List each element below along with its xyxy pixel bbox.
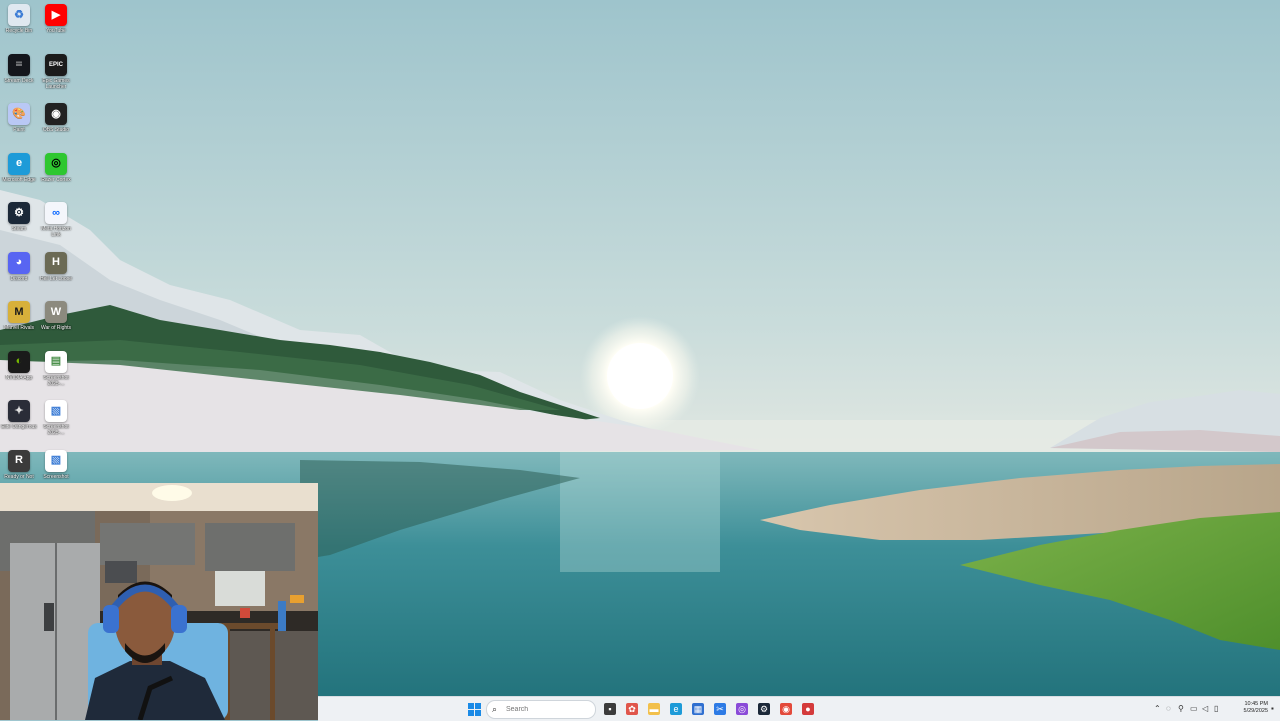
steam-icon: ⚙ [758, 703, 770, 715]
desktop-icon-label: Screenshot 2025-... [43, 374, 69, 387]
snipping-tool-icon: ✂ [714, 703, 726, 715]
microsoft-edge-icon: e [670, 703, 682, 715]
desktop-icon-grid: ♻ Recycle Bin ▶ YouTube ⁞⁞⁞ Stream Deck EPIC Ep… [0, 0, 76, 484]
desktop-icon-label: YouTube [46, 28, 66, 34]
desktop-icon-war-of-rights[interactable]: W War of Rights [37, 297, 75, 345]
start-button[interactable] [465, 700, 483, 718]
desktop-icon-recycle-bin[interactable]: ♻ Recycle Bin [0, 0, 38, 48]
desktop-icon-razer-cortex[interactable]: ◎ Razer Cortex [37, 149, 75, 197]
microsoft-store-icon: ▦ [692, 703, 704, 715]
taskbar-app-razer-synapse[interactable]: ◎ [733, 700, 751, 718]
battery-icon[interactable]: ▯ [1214, 704, 1218, 713]
desktop-icon-label: Paint [13, 127, 25, 133]
desktop-icon-label: Elite Dangerous [1, 424, 37, 430]
clock-date: 5/29/2025 [1243, 708, 1268, 714]
desktop-icon-marvel-rivals[interactable]: M Marvel Rivals [0, 297, 38, 345]
webcam-feed [0, 483, 318, 720]
file-explorer-icon: ▬ [648, 703, 660, 715]
search-icon: ⌕ [492, 704, 498, 714]
taskbar-search[interactable]: ⌕ [486, 700, 596, 719]
microsoft-edge-icon: e [8, 152, 30, 175]
volume-icon[interactable]: ◁ [1202, 704, 1208, 713]
desktop-icon-label: Steam [11, 226, 27, 232]
desktop-icon-label: Screenshot 2025-... [43, 424, 69, 436]
nvidia-icon: ◐ [8, 350, 30, 373]
desktop-icon-label: Stream Deck [4, 77, 34, 84]
obs-recording-icon: ● [802, 703, 814, 715]
usb-icon[interactable]: ⚲ [1178, 704, 1184, 713]
obs-studio-icon: ◉ [45, 103, 67, 125]
taskbar-app-snipping-tool[interactable]: ✂ [711, 700, 729, 718]
taskbar-app-microsoft-store[interactable]: ▦ [689, 700, 707, 718]
desktop-icon-label: Marvel Rivals [3, 325, 34, 331]
ready-or-not-icon: R [8, 449, 30, 472]
desktop-icon-screenshot-1[interactable]: ▤ Screenshot 2025-... [37, 347, 75, 395]
search-input[interactable] [506, 706, 586, 713]
youtube-icon: ▶ [45, 4, 67, 26]
desktop-icon-label: Razer Cortex [41, 176, 71, 183]
taskbar-app-chrome[interactable]: ◉ [777, 700, 795, 718]
chevron-up-icon[interactable]: ⌃ [1154, 704, 1161, 713]
desktop-icon-youtube[interactable]: ▶ YouTube [37, 0, 75, 48]
taskbar-app-task-view[interactable]: ▪ [601, 700, 619, 718]
paint-icon: 🎨 [8, 103, 30, 125]
desktop-icon-label: Recycle Bin [5, 28, 33, 34]
taskbar-app-steam[interactable]: ⚙ [755, 700, 773, 718]
desktop-icon-steam[interactable]: ⚙ Steam [0, 198, 38, 246]
system-tray: ⌃ ◌ ⚲ ▭ ◁ ▯ 10:45 PM 5/29/2025 ▪ [1150, 697, 1280, 721]
desktop-icon-label: Screenshot [43, 473, 69, 480]
network-icon[interactable]: ▭ [1190, 704, 1198, 713]
notification-bell-icon[interactable]: ▪ [1271, 704, 1274, 713]
desktop-icon-label: Microsoft Edge [2, 176, 36, 183]
desktop-icon-meta-horizon[interactable]: ∞ Meta Horizon Link [37, 198, 75, 246]
epic-games-icon: EPIC [45, 53, 67, 76]
desktop-icon-discord[interactable]: ◕ Discord [0, 248, 38, 296]
copilot-icon: ✿ [626, 703, 638, 715]
desktop-icon-hell-let-loose[interactable]: H Hell Let Loose [37, 248, 75, 296]
task-view-icon: ▪ [604, 703, 616, 715]
desktop-icon-label: Epic Games Launcher [42, 77, 70, 90]
elite-dangerous-icon: ✦ [8, 400, 30, 422]
taskbar-app-copilot[interactable]: ✿ [623, 700, 641, 718]
razer-cortex-icon: ◎ [45, 152, 67, 175]
discord-icon: ◕ [8, 251, 30, 274]
razer-synapse-icon: ◎ [736, 703, 748, 715]
desktop-icon-label: Ready or Not [4, 473, 34, 480]
recycle-bin-icon: ♻ [8, 4, 30, 26]
desktop-icon-streamdeck[interactable]: ⁞⁞⁞ Stream Deck [0, 50, 38, 98]
desktop-icon-label: OBS Studio [42, 127, 70, 133]
taskbar-app-obs-recording[interactable]: ● [799, 700, 817, 718]
steam-icon: ⚙ [8, 202, 30, 224]
screenshot-3-icon: ▧ [45, 449, 67, 472]
webcam-overlay [0, 483, 318, 720]
taskbar-clock[interactable]: 10:45 PM 5/29/2025 [1228, 701, 1268, 715]
desktop-icon-label: Discord [10, 275, 28, 282]
desktop-icon-label: War of Rights [40, 325, 72, 331]
desktop-icon-paint[interactable]: 🎨 Paint [0, 99, 38, 147]
chrome-icon: ◉ [780, 703, 792, 715]
marvel-rivals-icon: M [8, 301, 30, 323]
desktop-icon-screenshot-2[interactable]: ▧ Screenshot 2025-... [37, 396, 75, 444]
desktop-icon-obs-studio[interactable]: ◉ OBS Studio [37, 99, 75, 147]
streamdeck-icon: ⁞⁞⁞ [8, 53, 30, 76]
tray-app-icon[interactable]: ◌ [1166, 704, 1171, 713]
desktop-icon-label: Hell Let Loose [40, 275, 72, 282]
screenshot-1-icon: ▤ [45, 350, 67, 373]
taskbar-app-file-explorer[interactable]: ▬ [645, 700, 663, 718]
clock-time: 10:45 PM [1244, 701, 1268, 707]
desktop-icon-elite-dangerous[interactable]: ✦ Elite Dangerous [0, 396, 38, 444]
desktop-icon-label: Meta Horizon Link [41, 226, 71, 238]
taskbar: ⌕ ▪ ✿ ▬ e ▦ ✂ ◎ ⚙ ◉ ● ⌃ ◌ ⚲ ▭ ◁ ▯ 10:45 PM 5/29/2… [318, 696, 1280, 721]
war-of-rights-icon: W [45, 301, 67, 323]
hell-let-loose-icon: H [45, 251, 67, 274]
desktop-icon-microsoft-edge[interactable]: e Microsoft Edge [0, 149, 38, 197]
desktop-icon-nvidia[interactable]: ◐ NVIDIA App [0, 347, 38, 395]
windows-start-icon [467, 702, 481, 716]
desktop-icon-epic-games[interactable]: EPIC Epic Games Launcher [37, 50, 75, 98]
desktop-icon-label: NVIDIA App [5, 374, 33, 381]
taskbar-app-microsoft-edge[interactable]: e [667, 700, 685, 718]
meta-horizon-icon: ∞ [45, 202, 67, 224]
screenshot-2-icon: ▧ [45, 400, 67, 422]
